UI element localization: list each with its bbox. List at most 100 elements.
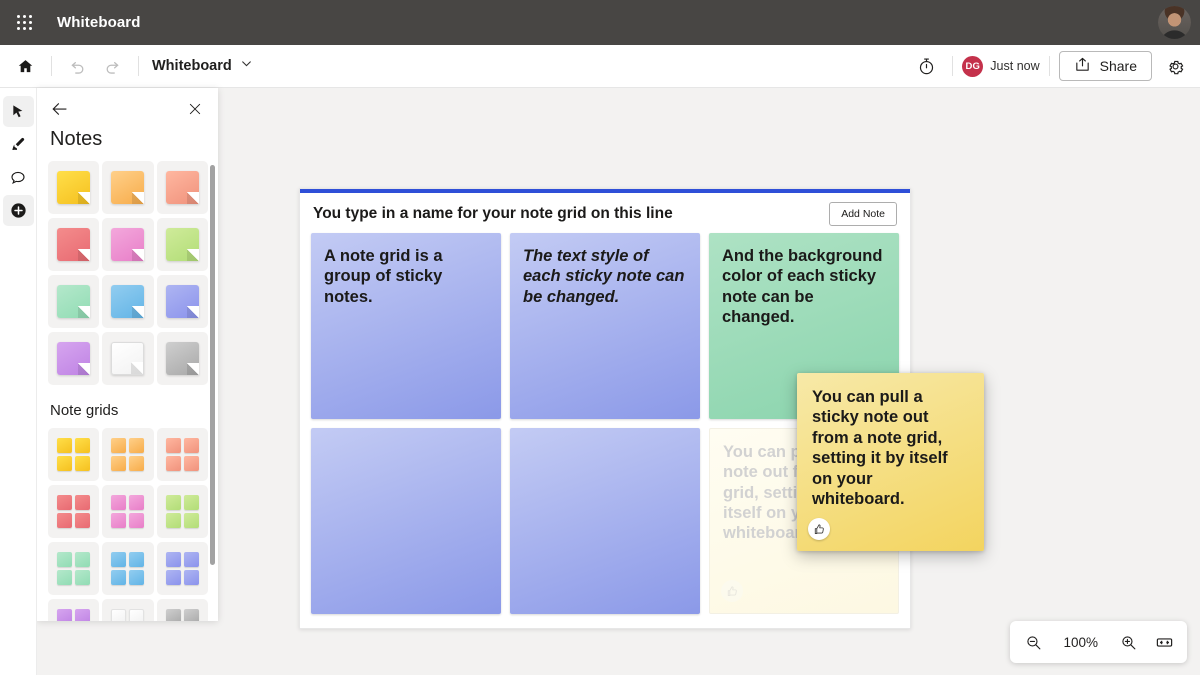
whiteboard-canvas[interactable]: You type in a name for your note grid on…: [218, 88, 1200, 675]
timer-icon[interactable]: [909, 50, 943, 82]
note-grid-swatch-yellow[interactable]: [48, 428, 100, 481]
note-grid-icon: [111, 495, 145, 528]
note-swatch-pink[interactable]: [102, 218, 154, 271]
note-swatch-purple[interactable]: [48, 332, 100, 385]
zoom-in-icon[interactable]: [1111, 626, 1145, 658]
note-grid-swatch-peach[interactable]: [156, 428, 208, 481]
gear-icon[interactable]: [1158, 50, 1192, 82]
sticky-note-icon: [111, 228, 145, 261]
notes-panel-header: [37, 88, 218, 122]
sticky-note-text: A note grid is a group of sticky notes.: [324, 247, 443, 306]
sticky-note-icon: [111, 285, 145, 318]
document-toolbar: Whiteboard DG Just now Share: [0, 45, 1200, 88]
sticky-note[interactable]: The text style of each sticky note can b…: [510, 233, 700, 419]
note-swatch-light-green[interactable]: [156, 218, 208, 271]
note-grid-icon: [165, 438, 199, 471]
sticky-note-icon: [57, 228, 91, 261]
note-swatch-blue[interactable]: [102, 275, 154, 328]
toolbar-divider: [51, 56, 52, 76]
note-grid-icon: [165, 609, 199, 621]
app-title: Whiteboard: [57, 14, 141, 31]
note-grid-swatches: [48, 428, 208, 621]
note-swatch-yellow[interactable]: [48, 161, 100, 214]
note-swatch-mint[interactable]: [48, 275, 100, 328]
redo-icon[interactable]: [95, 50, 129, 82]
app-bar: Whiteboard: [0, 0, 1200, 45]
main-area: Notes Note grids You type in a name for …: [0, 88, 1200, 675]
note-grid-swatch-gray[interactable]: [156, 599, 208, 621]
note-grid-icon: [57, 609, 91, 621]
app-launcher-icon[interactable]: [10, 8, 40, 38]
note-grid-icon: [111, 438, 145, 471]
document-name[interactable]: Whiteboard: [152, 58, 232, 74]
share-label: Share: [1099, 58, 1137, 74]
note-grid-icon: [111, 609, 145, 621]
presence-initials: DG: [962, 55, 984, 77]
note-grid-swatch-pink[interactable]: [102, 485, 154, 538]
note-grids-title: Note grids: [50, 402, 119, 419]
dragged-sticky-note[interactable]: You can pull a sticky note out from a no…: [797, 373, 984, 551]
sticky-note[interactable]: [311, 428, 501, 614]
note-grid-icon: [165, 495, 199, 528]
note-grid-icon: [165, 552, 199, 585]
sticky-note-icon: [111, 342, 145, 375]
create-tool[interactable]: [2, 195, 34, 226]
select-tool[interactable]: [2, 96, 34, 127]
note-grid-icon: [57, 495, 91, 528]
sticky-note-icon: [57, 171, 91, 204]
note-grid-swatch-orange[interactable]: [102, 428, 154, 481]
note-swatch-orange[interactable]: [102, 161, 154, 214]
note-grid-swatch-mint[interactable]: [48, 542, 100, 595]
sticky-note-text: And the background color of each sticky …: [722, 247, 883, 326]
sticky-note-icon: [57, 285, 91, 318]
notes-panel-scroll: Note grids: [37, 161, 218, 621]
share-icon: [1074, 56, 1091, 76]
home-icon[interactable]: [8, 50, 42, 82]
pen-tool[interactable]: [3, 129, 34, 160]
sticky-note-icon: [165, 171, 199, 204]
zoom-controls: 100%: [1010, 621, 1187, 663]
notes-panel: Notes Note grids: [37, 88, 218, 621]
share-button[interactable]: Share: [1058, 51, 1152, 81]
note-grid-icon: [57, 438, 91, 471]
thumbs-up-icon[interactable]: [808, 518, 830, 540]
panel-scrollbar[interactable]: [210, 165, 215, 565]
thumbs-up-icon: [721, 580, 743, 602]
note-swatch-peach[interactable]: [156, 161, 208, 214]
back-arrow-icon[interactable]: [49, 98, 71, 120]
chevron-down-icon[interactable]: [240, 57, 253, 75]
user-avatar[interactable]: [1158, 6, 1191, 39]
zoom-level[interactable]: 100%: [1052, 635, 1109, 650]
sticky-note-icon: [111, 171, 145, 204]
note-swatch-white[interactable]: [102, 332, 154, 385]
zoom-out-icon[interactable]: [1016, 626, 1050, 658]
sticky-note-icon: [165, 342, 199, 375]
notes-panel-title: Notes: [50, 128, 103, 150]
note-grid-swatch-white[interactable]: [102, 599, 154, 621]
note-grid-swatch-purple[interactable]: [48, 599, 100, 621]
toolbar-divider-4: [1048, 56, 1050, 76]
note-swatch-gray[interactable]: [156, 332, 208, 385]
presence-indicator[interactable]: DG Just now: [962, 55, 1040, 77]
note-grid-swatch-light-green[interactable]: [156, 485, 208, 538]
fit-to-screen-icon[interactable]: [1147, 626, 1181, 658]
toolbar-divider-3: [952, 56, 954, 76]
note-grid-icon: [111, 552, 145, 585]
comment-tool[interactable]: [3, 162, 34, 193]
note-swatch-periwinkle[interactable]: [156, 275, 208, 328]
sticky-note-icon: [165, 228, 199, 261]
sticky-note-text: The text style of each sticky note can b…: [523, 247, 685, 306]
close-icon[interactable]: [184, 98, 206, 120]
sticky-note-icon: [165, 285, 199, 318]
note-grid-icon: [57, 552, 91, 585]
note-grid-swatch-periwinkle[interactable]: [156, 542, 208, 595]
note-grid-swatch-red[interactable]: [48, 485, 100, 538]
note-grid-swatch-blue[interactable]: [102, 542, 154, 595]
undo-icon[interactable]: [61, 50, 95, 82]
note-swatch-red[interactable]: [48, 218, 100, 271]
sticky-note[interactable]: [510, 428, 700, 614]
note-grid-title[interactable]: You type in a name for your note grid on…: [313, 205, 673, 223]
sticky-note[interactable]: A note grid is a group of sticky notes.: [311, 233, 501, 419]
toolbar-divider-2: [138, 56, 139, 76]
add-note-button[interactable]: Add Note: [829, 202, 897, 226]
